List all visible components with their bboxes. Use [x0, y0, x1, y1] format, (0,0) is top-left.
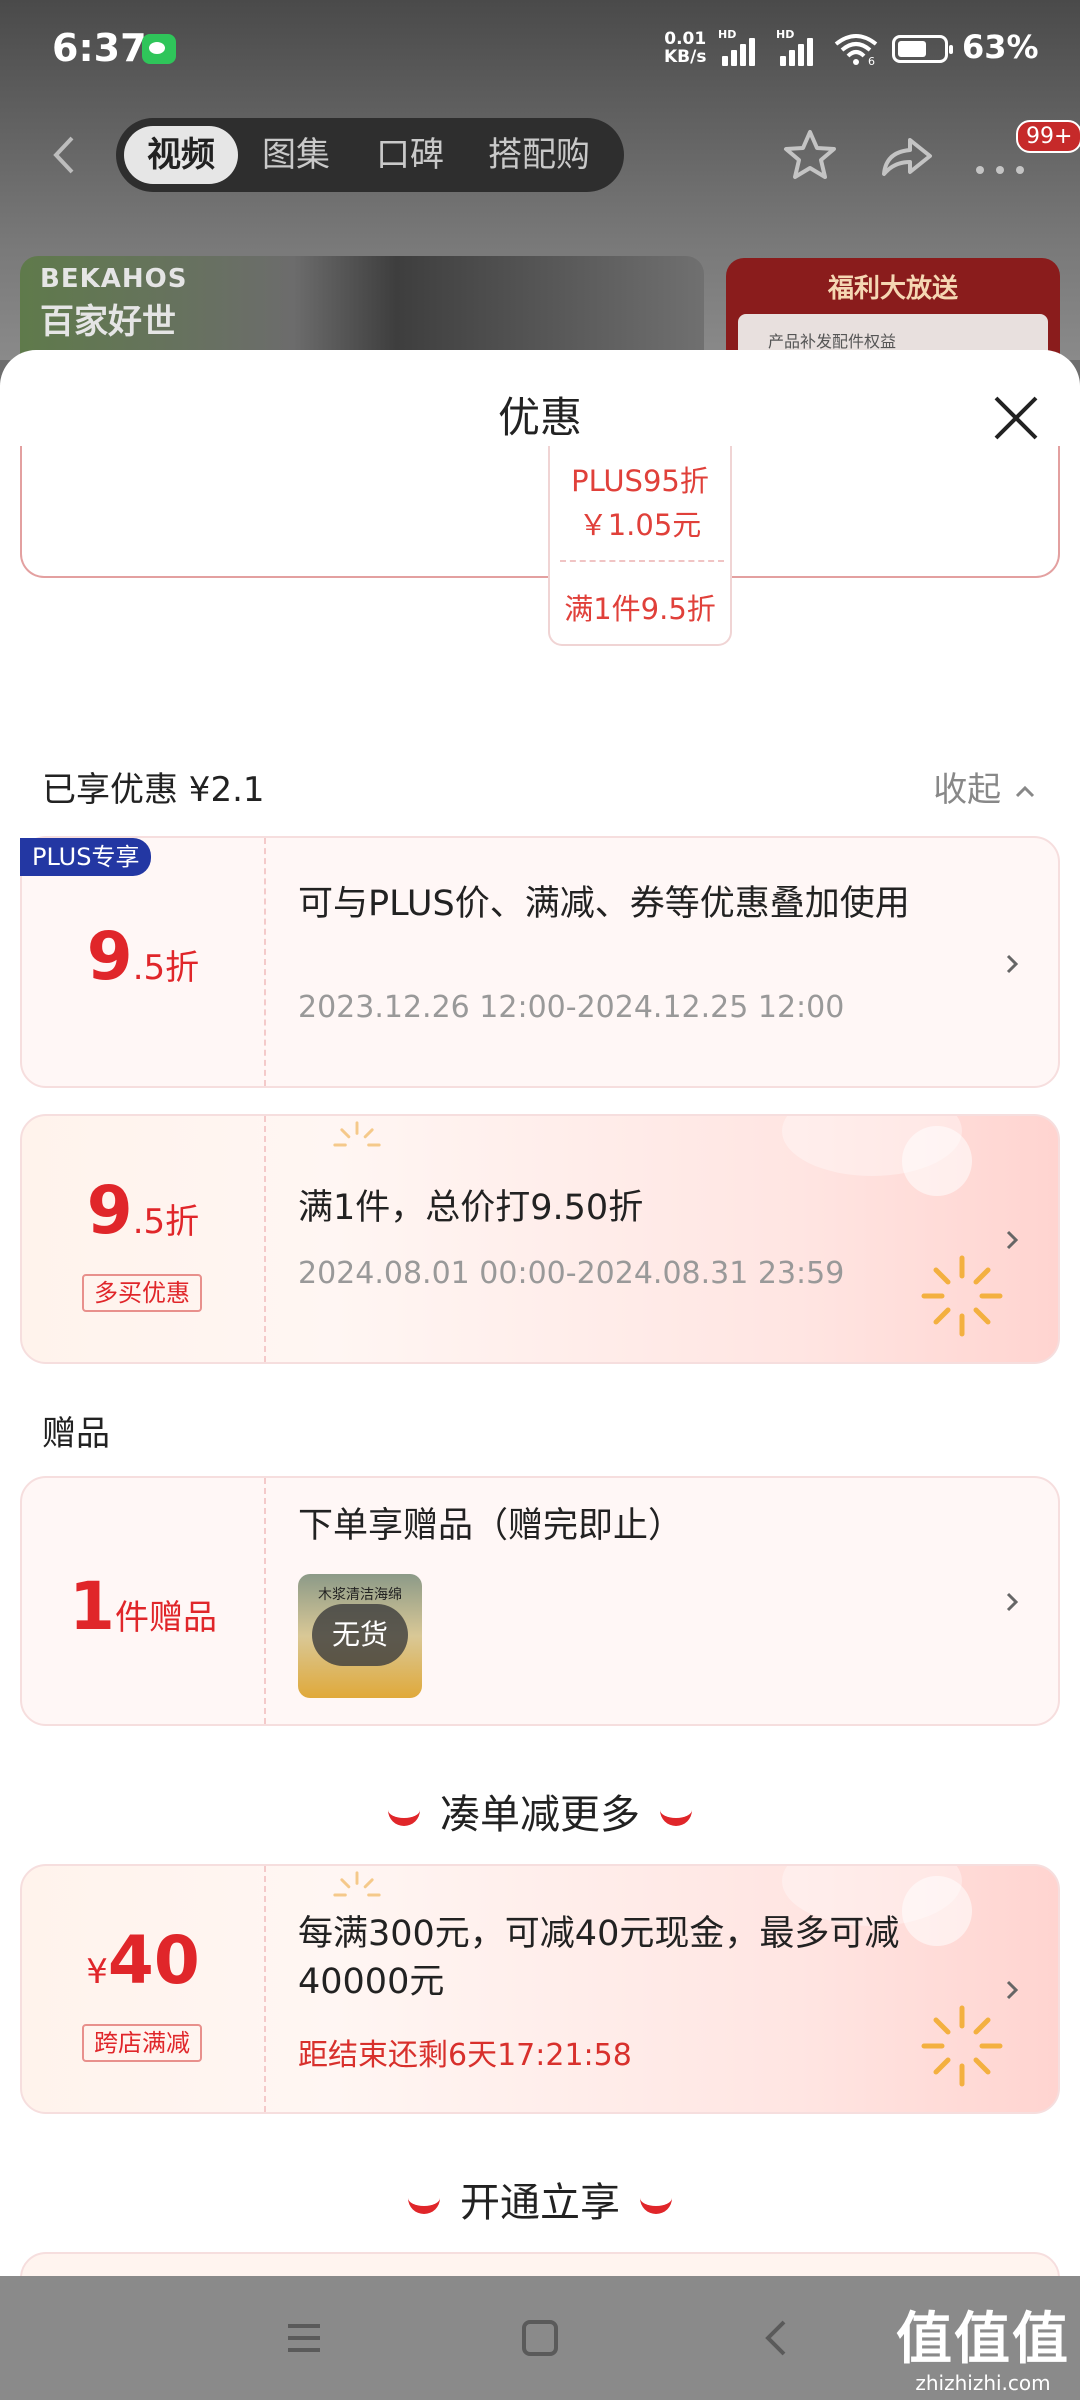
plus-price-card: PLUS95折 ￥1.05元 满1件9.5折	[20, 446, 1060, 646]
system-nav-bar: 值值值 zhizhizhi.com	[0, 2276, 1080, 2400]
offer-title: 满1件，总价打9.50折	[298, 1188, 644, 1228]
tab-gallery[interactable]: 图集	[246, 126, 346, 184]
smile-icon	[388, 1808, 420, 1826]
watermark-url: zhizhizhi.com	[915, 2371, 1051, 2395]
offer-left: 9.5折 多买优惠	[22, 1116, 266, 1362]
smile-icon	[408, 2196, 440, 2214]
multibuy-tag: 多买优惠	[82, 1274, 202, 1312]
offer-period: 2024.08.01 00:00-2024.08.31 23:59	[298, 1256, 845, 1291]
tab-reviews[interactable]: 口碑	[360, 126, 460, 184]
signal-icon-2: HD	[776, 28, 826, 66]
cross-store-tag: 跨店满减	[82, 2024, 202, 2062]
system-back-icon[interactable]	[754, 2316, 798, 2360]
more-savings-heading: 凑单减更多	[0, 1782, 1080, 1840]
wechat-icon	[142, 34, 176, 64]
top-nav: 视频 图集 口碑 搭配购 99+	[0, 110, 1080, 200]
offer-card-multibuy[interactable]: 9.5折 多买优惠 满1件，总价打9.50折 2024.08.01 00:00-…	[20, 1114, 1060, 1364]
chevron-right-icon	[1006, 1592, 1019, 1612]
brand-name-cn: 百家好世	[40, 302, 176, 342]
cross-store-title: 每满300元，可减40元现金，最多可减40000元	[298, 1914, 900, 2002]
open-membership-heading: 开通立享	[0, 2170, 1080, 2228]
status-time: 6:37	[52, 26, 147, 70]
gift-count-number: 1	[69, 1568, 115, 1645]
battery-percent: 63%	[962, 28, 1039, 66]
offer-period: 2023.12.26 12:00-2024.12.25 12:00	[298, 990, 845, 1025]
brand-logo: BEKAHOS	[40, 264, 188, 294]
countdown-text: 距结束还剩6天17:21:58	[298, 2038, 632, 2073]
sparkle-icon	[333, 1121, 381, 1147]
dashed-divider	[560, 560, 724, 562]
offer-title: 可与PLUS价、满减、券等优惠叠加使用	[298, 884, 910, 924]
offer-value: 9.5折	[22, 1172, 264, 1249]
sparkle-icon	[921, 1255, 1003, 1337]
star-icon[interactable]	[780, 126, 840, 186]
offer-card-plus[interactable]: 9.5折 可与PLUS价、满减、券等优惠叠加使用 2023.12.26 12:0…	[20, 836, 1060, 1088]
tab-bundle[interactable]: 搭配购	[474, 126, 604, 184]
background-page: 6:37 0.01 KB/s HD HD 6 63% 视频 图集 口碑 搭配购 …	[0, 0, 1080, 374]
net-speed: 0.01 KB/s	[664, 30, 706, 66]
watermark-logo: 值值值	[896, 2307, 1070, 2372]
gift-left: 1件赠品	[22, 1478, 266, 1724]
gift-title: 下单享赠品（赠完即止）	[298, 1506, 684, 1546]
home-icon[interactable]	[518, 2316, 562, 2360]
close-icon[interactable]	[986, 388, 1046, 448]
offer-value-unit: .5折	[132, 1202, 200, 1242]
collapse-button[interactable]: 收起	[933, 762, 1038, 811]
cross-store-amount: 40	[107, 1922, 200, 1999]
plus-discount: PLUS95折	[571, 464, 709, 498]
welfare-title: 福利大放送	[827, 274, 958, 304]
battery-icon	[892, 35, 953, 63]
share-icon[interactable]	[876, 126, 936, 186]
wifi-label: 6	[868, 55, 875, 66]
smile-icon	[660, 1808, 692, 1826]
gift-card[interactable]: 1件赠品 下单享赠品（赠完即止） 木浆清洁海绵 无货	[20, 1476, 1060, 1726]
currency-symbol: ¥	[86, 1952, 108, 1992]
gift-section-title: 赠品	[42, 1414, 110, 1454]
chevron-up-icon	[1015, 785, 1035, 797]
out-of-stock-badge: 无货	[312, 1604, 408, 1666]
membership-card-peek[interactable]	[20, 2252, 1060, 2276]
gift-thumbnail-text: 木浆清洁海绵	[318, 1587, 402, 1603]
plus-price-box: PLUS95折 ￥1.05元 满1件9.5折	[548, 446, 732, 646]
back-icon[interactable]	[40, 130, 90, 180]
gift-thumbnail[interactable]: 木浆清洁海绵 无货	[298, 1574, 422, 1698]
net-speed-unit: KB/s	[664, 47, 707, 67]
plus-saving: ￥1.05元	[578, 508, 702, 542]
cross-store-left: ¥40 跨店满减	[22, 1866, 266, 2112]
collapse-label: 收起	[933, 770, 1002, 810]
chevron-right-icon	[1006, 1230, 1019, 1250]
plus-exclusive-badge: PLUS专享	[20, 838, 152, 876]
smile-icon	[640, 2196, 672, 2214]
status-bar: 6:37 0.01 KB/s HD HD 6 63%	[0, 0, 1080, 100]
notification-badge: 99+	[1016, 120, 1080, 153]
gift-count: 1件赠品	[22, 1568, 264, 1645]
offer-value-number: 9	[86, 1172, 133, 1249]
chevron-right-icon	[1006, 954, 1019, 974]
offer-value-unit: .5折	[132, 948, 200, 988]
signal-label-2: HD	[776, 28, 795, 41]
discount-sheet: 优惠 PLUS95折 ￥1.05元 满1件9.5折 已享优惠 ¥2.1 收起 9…	[0, 350, 1080, 2276]
cross-store-value: ¥40	[22, 1922, 264, 1999]
menu-icon[interactable]	[282, 2316, 326, 2360]
signal-label: HD	[718, 28, 737, 41]
signal-icon: HD	[718, 28, 768, 66]
wifi-icon: 6	[834, 34, 878, 66]
watermark: 值值值 zhizhizhi.com	[896, 2294, 1070, 2395]
offer-value-number: 9	[86, 918, 133, 995]
open-membership-label: 开通立享	[460, 2180, 620, 2226]
plus-condition: 满1件9.5折	[564, 592, 716, 626]
media-tabs: 视频 图集 口碑 搭配购	[116, 118, 624, 192]
chevron-right-icon	[1006, 1980, 1019, 2000]
offer-value: 9.5折	[22, 918, 264, 995]
sheet-title: 优惠	[497, 393, 582, 442]
enjoyed-discount-label: 已享优惠 ¥2.1	[42, 770, 265, 810]
net-speed-value: 0.01	[664, 29, 707, 49]
cross-store-card[interactable]: ¥40 跨店满减 每满300元，可减40元现金，最多可减40000元 距结束还剩…	[20, 1864, 1060, 2114]
gift-count-unit: 件赠品	[114, 1598, 217, 1638]
more-savings-label: 凑单减更多	[440, 1792, 640, 1838]
tab-video[interactable]: 视频	[124, 126, 238, 184]
